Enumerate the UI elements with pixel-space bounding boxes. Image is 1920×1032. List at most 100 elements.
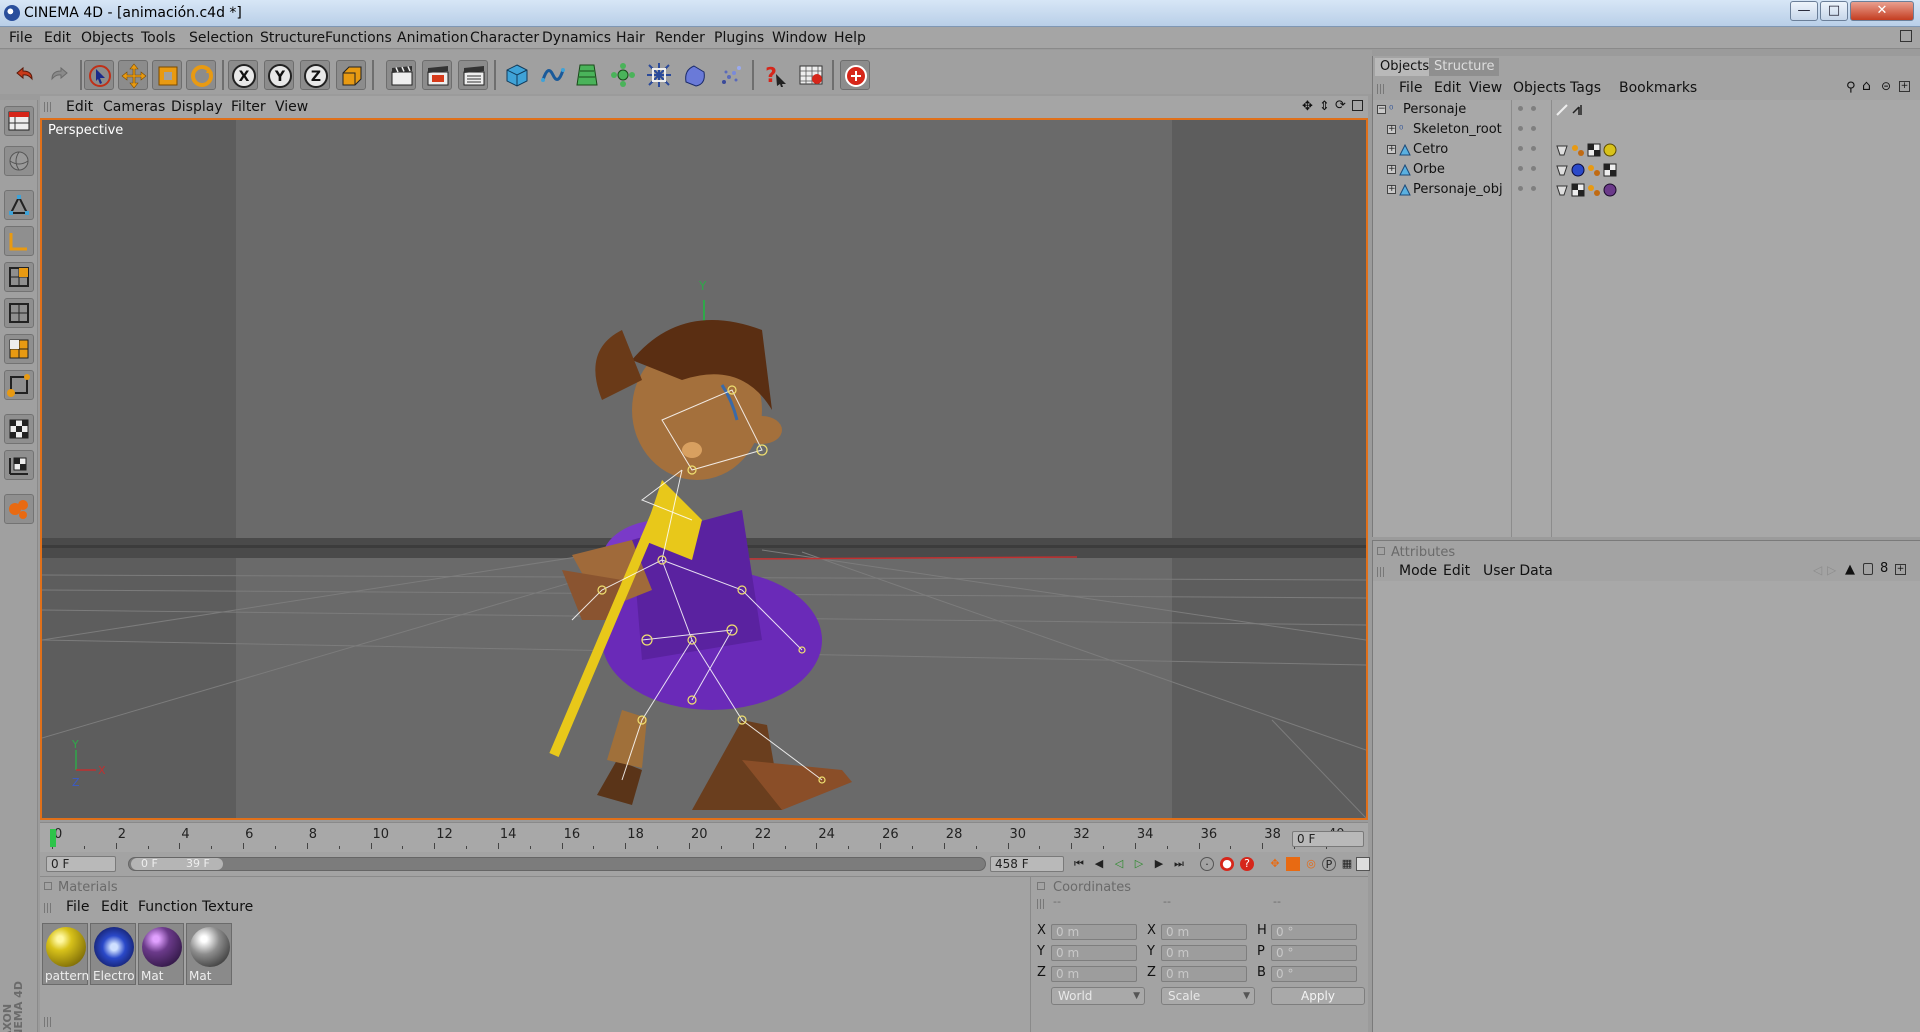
attributes-panel-checkbox[interactable] (1377, 547, 1385, 555)
material-tag-icon[interactable] (1571, 163, 1585, 177)
viewport-menu-display[interactable]: Display (171, 99, 223, 115)
sculpt-mode-button[interactable] (4, 494, 34, 524)
forward-arrow-icon[interactable]: ▷ (1827, 563, 1836, 577)
key-pla-icon[interactable]: ▦ (1340, 857, 1354, 871)
maximize-button[interactable]: □ (1820, 1, 1848, 21)
weight-tag-icon[interactable] (1555, 143, 1569, 157)
materials-menu-edit[interactable]: Edit (101, 899, 128, 915)
end-frame-field[interactable]: 458 F (990, 856, 1064, 872)
collapse-toggle[interactable]: − (1377, 105, 1386, 114)
viewport-zoom-icon[interactable]: ⇕ (1319, 99, 1330, 114)
tab-structure[interactable]: Structure (1429, 58, 1500, 76)
link-icon[interactable]: 8 (1880, 561, 1888, 576)
editor-visibility-dot[interactable] (1518, 166, 1523, 171)
next-key-icon[interactable]: ▶︎ (1152, 857, 1166, 871)
viewport-menu-view[interactable]: View (275, 99, 308, 115)
play-backwards-icon[interactable]: ◁ (1112, 857, 1126, 871)
go-to-end-icon[interactable]: ⏭ (1172, 857, 1186, 871)
edge-mode-button[interactable] (4, 226, 34, 256)
material-tag-icon[interactable] (1603, 183, 1617, 197)
phong-tag-icon[interactable] (1587, 163, 1601, 177)
uvw-tag-icon[interactable] (1571, 183, 1585, 197)
size-x-field[interactable]: 0 m (1161, 924, 1247, 940)
new-view-icon[interactable]: + (1899, 81, 1910, 92)
coordinate-space-dropdown[interactable]: World ▼ (1051, 987, 1145, 1005)
layout-toggle-icon[interactable] (1900, 30, 1912, 42)
materials-menu-texture[interactable]: Texture (202, 899, 253, 915)
expand-toggle[interactable]: + (1387, 185, 1396, 194)
render-visibility-dot[interactable] (1531, 106, 1536, 111)
panel-grip[interactable] (1037, 899, 1045, 909)
phong-tag-icon[interactable] (1587, 183, 1601, 197)
panel-grip[interactable] (44, 1017, 52, 1027)
render-visibility-dot[interactable] (1531, 146, 1536, 151)
expand-toggle[interactable]: + (1387, 125, 1396, 134)
objects-menu-bookmarks[interactable]: Bookmarks (1619, 80, 1697, 96)
live-selection-button[interactable] (84, 60, 114, 90)
menu-character[interactable]: Character (470, 30, 539, 46)
record-icon[interactable]: ● (1220, 857, 1234, 871)
tab-objects[interactable]: Objects (1375, 58, 1435, 76)
close-button[interactable]: ✕ (1850, 1, 1914, 21)
add-modeling-button[interactable] (608, 60, 638, 90)
scale-tool-button[interactable] (152, 60, 182, 90)
viewport-menu-edit[interactable]: Edit (66, 99, 93, 115)
previous-key-icon[interactable]: ◀︎ (1092, 857, 1106, 871)
animation-mode-button[interactable] (4, 370, 34, 400)
object-mode-button[interactable] (4, 146, 34, 176)
y-axis-lock-button[interactable]: Y (264, 60, 294, 90)
menu-objects[interactable]: Objects (81, 30, 134, 46)
render-picture-viewer-button[interactable] (458, 60, 488, 90)
objects-menu-view[interactable]: View (1469, 80, 1502, 96)
z-axis-lock-button[interactable]: Z (300, 60, 330, 90)
render-visibility-dot[interactable] (1531, 126, 1536, 131)
uvw-tag-icon[interactable] (1587, 143, 1601, 157)
go-to-start-icon[interactable]: ⏮ (1072, 857, 1086, 871)
menu-plugins[interactable]: Plugins (714, 30, 764, 46)
editor-visibility-dot[interactable] (1518, 186, 1523, 191)
autokeying-icon[interactable]: ? (1240, 857, 1254, 871)
ik-tag-icon[interactable] (1555, 103, 1569, 117)
editor-visibility-dot[interactable] (1518, 126, 1523, 131)
menu-render[interactable]: Render (655, 30, 705, 46)
menu-functions[interactable]: Functions (325, 30, 392, 46)
expand-toggle[interactable]: + (1387, 165, 1396, 174)
menu-edit[interactable]: Edit (44, 30, 71, 46)
lock-view-icon[interactable]: ⊝ (1881, 79, 1891, 93)
objects-menu-file[interactable]: File (1399, 80, 1422, 96)
render-visibility-dot[interactable] (1531, 166, 1536, 171)
menu-window[interactable]: Window (772, 30, 827, 46)
attributes-menu-user-data[interactable]: User Data (1483, 563, 1553, 579)
new-attribute-manager-icon[interactable]: + (1895, 564, 1906, 575)
coordinate-mode-dropdown[interactable]: Scale ▼ (1161, 987, 1255, 1005)
attributes-menu-edit[interactable]: Edit (1443, 563, 1470, 579)
move-tool-button[interactable] (118, 60, 148, 90)
current-frame-field[interactable]: 0 F (1292, 831, 1364, 847)
size-z-field[interactable]: 0 m (1161, 966, 1247, 982)
menu-selection[interactable]: Selection (189, 30, 254, 46)
uvw-tag-icon[interactable] (1603, 163, 1617, 177)
tree-row-skeleton-root[interactable]: + ⁰ Skeleton_root (1373, 120, 1920, 140)
render-settings-button[interactable] (840, 60, 870, 90)
panel-grip[interactable] (44, 903, 52, 913)
back-arrow-icon[interactable]: ◁ (1813, 563, 1822, 577)
playhead-marker[interactable] (50, 829, 56, 847)
rotation-b-field[interactable]: 0 ° (1271, 966, 1357, 982)
attributes-menu-mode[interactable]: Mode (1399, 563, 1437, 579)
objects-menu-edit[interactable]: Edit (1434, 80, 1461, 96)
materials-menu-file[interactable]: File (66, 899, 89, 915)
material-swatch[interactable]: Electro (90, 923, 136, 985)
tree-row-personaje-obj[interactable]: + Personaje_obj (1373, 180, 1920, 200)
redo-button[interactable] (44, 60, 74, 90)
tweak-mode-button[interactable] (4, 450, 34, 480)
objects-menu-objects[interactable]: Objects (1513, 80, 1566, 96)
key-parameter-icon[interactable]: P (1322, 857, 1336, 871)
enable-axis-button[interactable] (4, 414, 34, 444)
position-z-field[interactable]: 0 m (1051, 966, 1137, 982)
frame-range-slider[interactable]: 0 F 39 F (128, 857, 986, 871)
uv-mode-button[interactable] (4, 334, 34, 364)
cinema4d-app-icon[interactable] (4, 5, 20, 21)
menu-help[interactable]: Help (834, 30, 866, 46)
tree-row-cetro[interactable]: + Cetro (1373, 140, 1920, 160)
add-cube-button[interactable] (502, 60, 532, 90)
